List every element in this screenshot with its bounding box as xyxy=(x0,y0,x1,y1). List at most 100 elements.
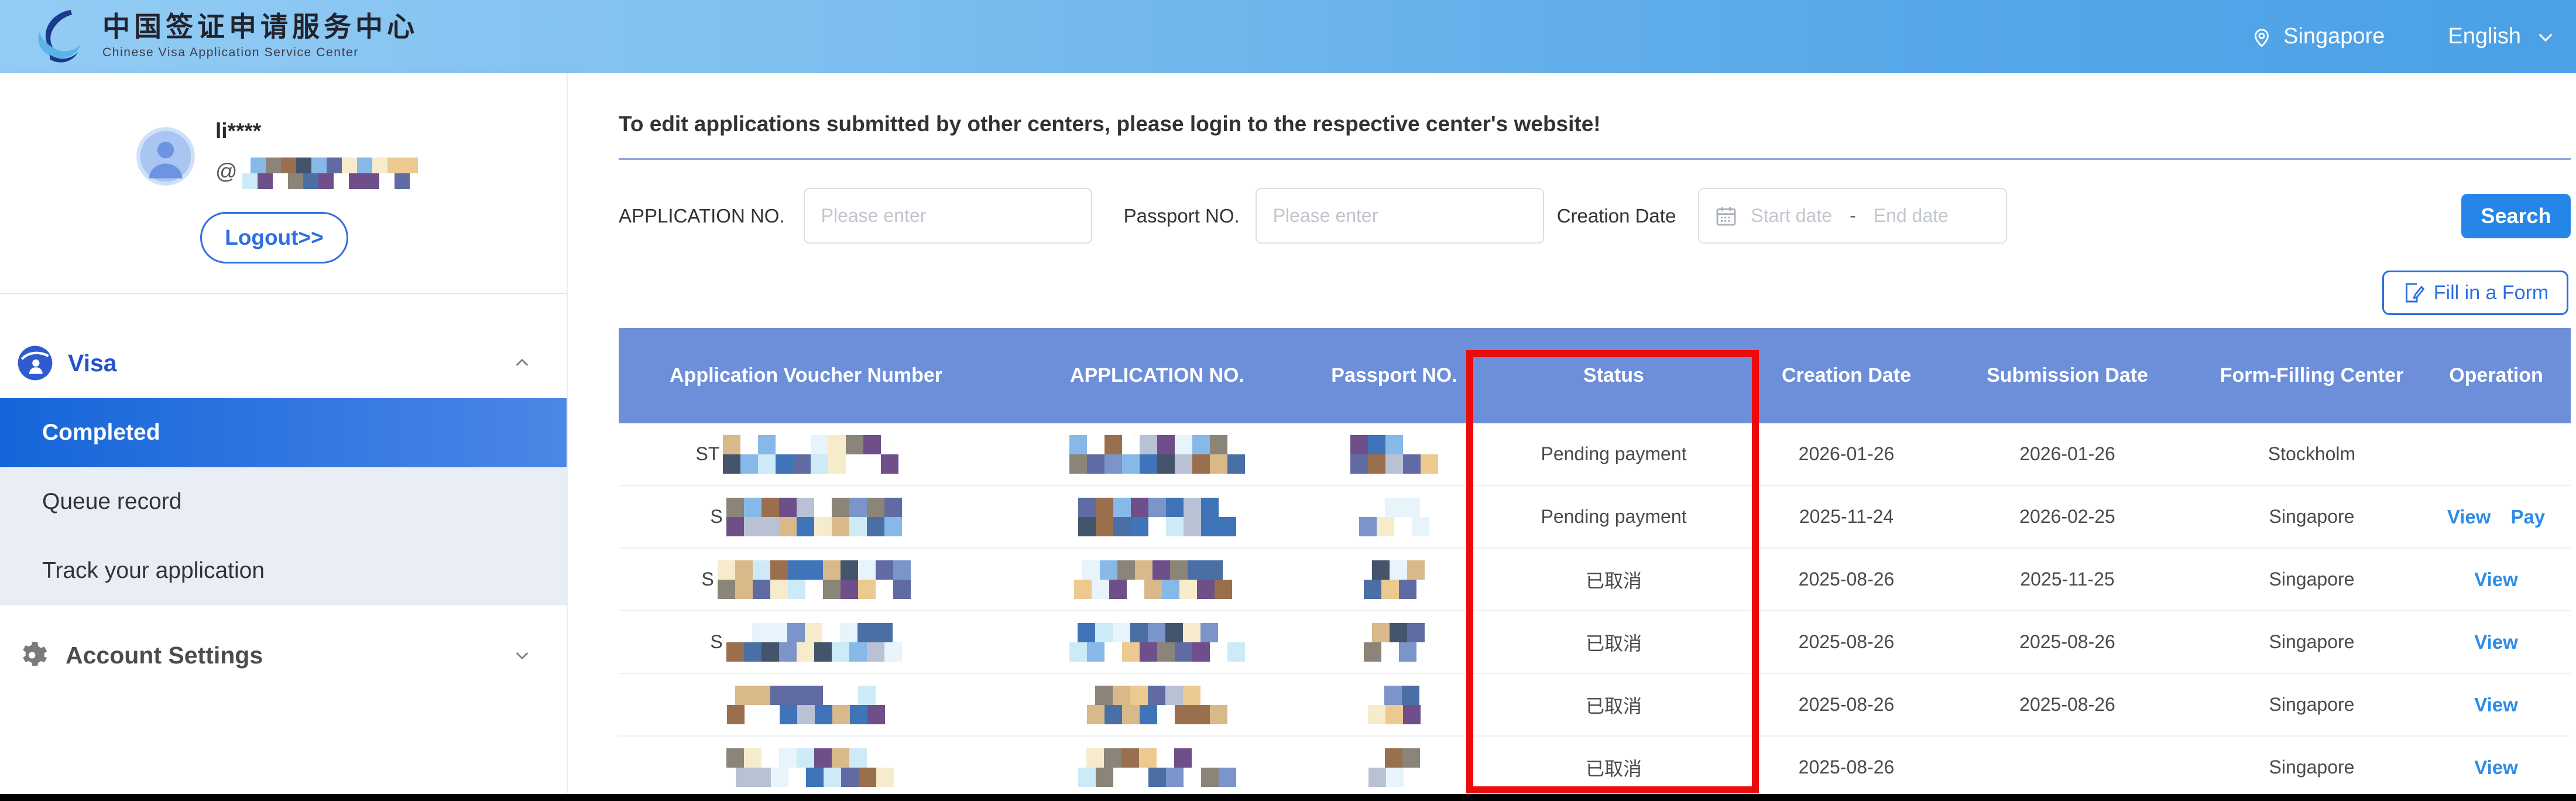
redacted-text xyxy=(718,560,911,599)
operation-cell: View xyxy=(2421,631,2571,653)
form-pencil-icon xyxy=(2402,281,2426,304)
voucher-prefix: S xyxy=(710,631,722,653)
view-link[interactable]: View xyxy=(2474,631,2518,653)
calendar-icon xyxy=(1714,204,1738,228)
application-no-input[interactable] xyxy=(804,188,1092,244)
creation-date-cell: 2025-08-26 xyxy=(1760,756,1933,778)
operation-links: View xyxy=(2474,631,2518,653)
application-no-cell xyxy=(993,498,1321,536)
redacted-text xyxy=(1359,498,1429,536)
location-pin-icon xyxy=(2249,25,2274,49)
passport-no-cell xyxy=(1321,623,1467,662)
column-header-application-voucher-number: Application Voucher Number xyxy=(619,328,993,423)
status-cell: Pending payment xyxy=(1467,506,1760,528)
applications-table: Application Voucher NumberAPPLICATION NO… xyxy=(619,328,2571,799)
passport-no-cell xyxy=(1321,435,1467,474)
sidebar-item-visa[interactable]: Visa xyxy=(0,328,567,398)
redacted-text xyxy=(723,435,916,474)
visa-submenu: CompletedQueue recordTrack your applicat… xyxy=(0,398,567,605)
application-no-cell xyxy=(993,560,1321,599)
application-no-label: APPLICATION NO. xyxy=(619,205,785,227)
voucher-prefix: S xyxy=(701,569,714,590)
main-content: To edit applications submitted by other … xyxy=(568,73,2576,801)
creation-date-cell: 2025-11-24 xyxy=(1760,506,1933,528)
table-row: 已取消2025-08-26SingaporeView xyxy=(619,737,2571,799)
chevron-down-icon xyxy=(513,646,531,665)
redacted-text xyxy=(718,748,894,787)
submission-date-cell: 2025-11-25 xyxy=(1933,569,2202,590)
language-label: English xyxy=(2448,24,2521,49)
application-no-cell xyxy=(993,435,1321,474)
creation-date-label: Creation Date xyxy=(1557,205,1676,227)
pay-link[interactable]: Pay xyxy=(2510,506,2545,528)
form-filling-center-cell: Singapore xyxy=(2202,506,2421,528)
chevron-up-icon xyxy=(513,354,531,372)
redacted-text xyxy=(1368,748,1420,787)
application-no-cell xyxy=(993,623,1321,662)
form-filling-center-cell: Singapore xyxy=(2202,694,2421,716)
status-cell: 已取消 xyxy=(1467,566,1760,593)
form-filling-center-cell: Singapore xyxy=(2202,756,2421,778)
redacted-text xyxy=(1078,498,1236,536)
sidebar: li**** @ Logout>> Visa CompletedQueue re… xyxy=(0,73,568,801)
sidebar-divider xyxy=(0,293,567,294)
language-selector[interactable]: English xyxy=(2448,24,2556,49)
end-date-placeholder[interactable]: End date xyxy=(1874,205,1949,227)
redacted-text xyxy=(242,158,418,189)
column-header-operation: Operation xyxy=(2421,328,2571,423)
column-header-passport-no-: Passport NO. xyxy=(1321,328,1467,423)
sidebar-item-track-your-application[interactable]: Track your application xyxy=(0,536,567,605)
email-prefix: @ xyxy=(215,159,238,184)
submission-date-cell: 2026-02-25 xyxy=(1933,506,2202,528)
redacted-text xyxy=(1368,686,1421,724)
sidebar-item-completed[interactable]: Completed xyxy=(0,398,567,467)
submission-date-cell: 2025-08-26 xyxy=(1933,631,2202,653)
voucher-prefix: ST xyxy=(696,443,720,465)
passport-no-label: Passport NO. xyxy=(1124,205,1240,227)
start-date-placeholder[interactable]: Start date xyxy=(1751,205,1832,227)
sidebar-item-account-settings[interactable]: Account Settings xyxy=(0,615,567,696)
table-body: STPending payment2026-01-262026-01-26Sto… xyxy=(619,423,2571,799)
redacted-text xyxy=(1069,435,1245,474)
site-title-chinese: 中国签证申请服务中心 xyxy=(102,13,419,41)
gear-icon xyxy=(18,639,49,671)
passport-no-cell xyxy=(1321,686,1467,724)
creation-date-cell: 2025-08-26 xyxy=(1760,694,1933,716)
sidebar-item-queue-record[interactable]: Queue record xyxy=(0,467,567,536)
view-link[interactable]: View xyxy=(2447,506,2491,528)
logout-button[interactable]: Logout>> xyxy=(200,212,348,263)
notice-divider xyxy=(619,158,2571,160)
site-logo: 中国签证申请服务中心 Chinese Visa Application Serv… xyxy=(32,6,419,67)
passport-no-input[interactable] xyxy=(1256,188,1544,244)
table-row: STPending payment2026-01-262026-01-26Sto… xyxy=(619,423,2571,486)
redacted-text xyxy=(726,623,902,662)
email-redacted-slot xyxy=(242,154,418,189)
operation-cell: View Pay xyxy=(2421,506,2571,528)
redacted-text xyxy=(1078,748,1236,787)
redacted-text xyxy=(1069,623,1245,662)
location-selector[interactable]: Singapore xyxy=(2249,24,2385,49)
creation-date-cell: 2026-01-26 xyxy=(1760,443,1933,465)
status-cell: 已取消 xyxy=(1467,692,1760,718)
top-header-bar: 中国签证申请服务中心 Chinese Visa Application Serv… xyxy=(0,0,2576,73)
fill-form-row: Fill in a Form xyxy=(2382,271,2568,315)
table-header: Application Voucher NumberAPPLICATION NO… xyxy=(619,328,2571,423)
column-header-creation-date: Creation Date xyxy=(1760,328,1933,423)
date-range-picker[interactable]: Start date - End date xyxy=(1698,188,2007,244)
operation-cell: View xyxy=(2421,756,2571,779)
voucher-cell xyxy=(619,748,993,787)
column-header-form-filling-center: Form-Filling Center xyxy=(2202,328,2421,423)
operation-links: View xyxy=(2474,694,2518,716)
passport-no-cell xyxy=(1321,498,1467,536)
creation-date-cell: 2025-08-26 xyxy=(1760,569,1933,590)
site-title-english: Chinese Visa Application Service Center xyxy=(102,46,419,60)
search-button[interactable]: Search xyxy=(2461,194,2571,238)
operation-links: View xyxy=(2474,569,2518,591)
table-row: S已取消2025-08-262025-08-26SingaporeView xyxy=(619,611,2571,674)
table-row: 已取消2025-08-262025-08-26SingaporeView xyxy=(619,674,2571,737)
view-link[interactable]: View xyxy=(2474,569,2518,591)
column-header-status: Status xyxy=(1467,328,1760,423)
view-link[interactable]: View xyxy=(2474,756,2518,779)
view-link[interactable]: View xyxy=(2474,694,2518,716)
fill-in-a-form-button[interactable]: Fill in a Form xyxy=(2382,271,2568,315)
